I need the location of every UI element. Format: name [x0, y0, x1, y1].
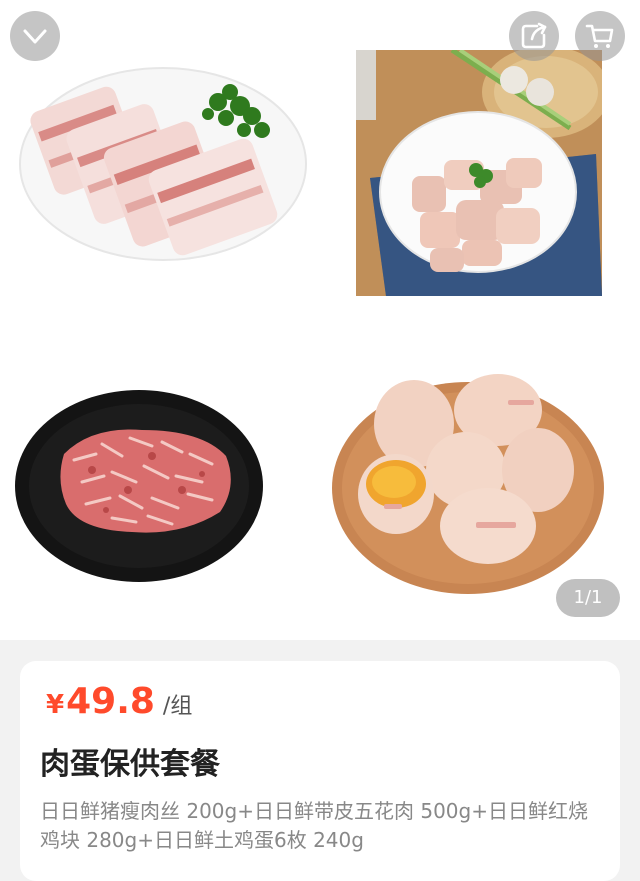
cart-icon — [585, 24, 614, 48]
price-row: ¥49.8/组 — [46, 681, 192, 722]
lean-pork-shreds-image — [15, 390, 263, 582]
back-button[interactable] — [10, 11, 60, 61]
product-price: 49.8 — [66, 681, 155, 722]
product-info-card: ¥49.8/组 肉蛋保供套餐 日日鲜猪瘦肉丝 200g+日日鲜带皮五花肉 500… — [20, 661, 620, 881]
share-icon — [521, 22, 547, 49]
product-title: 肉蛋保供套餐 — [40, 747, 220, 782]
share-button[interactable] — [509, 11, 559, 61]
product-description: 日日鲜猪瘦肉丝 200g+日日鲜带皮五花肉 500g+日日鲜红烧鸡块 280g+… — [40, 799, 588, 852]
pork-belly-image — [19, 67, 307, 261]
product-image-gallery[interactable]: 1/1 — [0, 0, 640, 640]
currency-symbol: ¥ — [46, 690, 65, 720]
price-unit: /组 — [162, 694, 193, 719]
chevron-down-icon — [23, 29, 47, 44]
image-page-indicator: 1/1 — [556, 579, 620, 617]
farm-eggs-image — [332, 374, 604, 594]
braised-chicken-image — [356, 50, 602, 296]
cart-button[interactable] — [575, 11, 625, 61]
